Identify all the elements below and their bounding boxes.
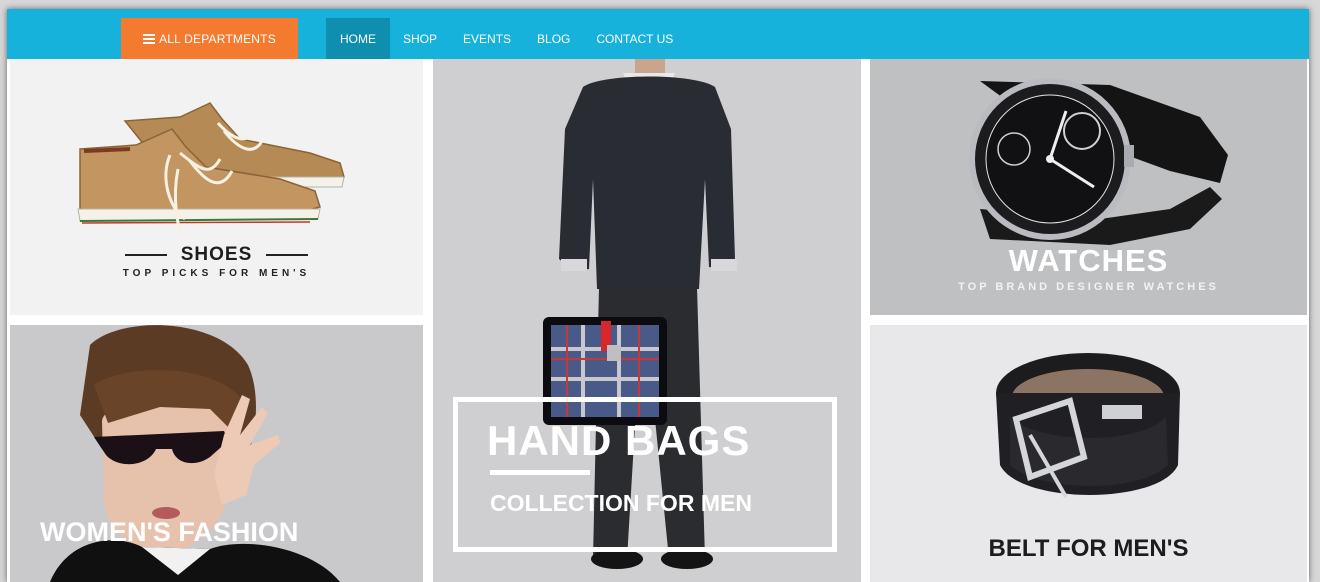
hand-bags-subtitle: COLLECTION FOR MEN (490, 490, 752, 516)
nav-events-label: EVENTS (463, 31, 512, 46)
nav-home[interactable]: HOME (326, 18, 390, 59)
nav-shop-label: SHOP (403, 31, 438, 46)
all-departments-button[interactable]: ALL DEPARTMENTS (121, 18, 298, 59)
womens-fashion-title: WOMEN'S FASHION (40, 517, 299, 547)
watches-subtitle: TOP BRAND DESIGNER WATCHES (958, 281, 1219, 293)
watches-title: WATCHES (1008, 243, 1169, 278)
nav-contact-us[interactable]: CONTACT US (583, 18, 686, 59)
nav-blog[interactable]: BLOG (524, 18, 583, 59)
title-rule-left (124, 254, 167, 256)
all-departments-label: ALL DEPARTMENTS (159, 31, 276, 46)
title-rule-right (266, 254, 309, 256)
nav-blog-label: BLOG (537, 31, 571, 46)
shoes-title-row: SHOES (10, 244, 423, 266)
page-frame: ALL DEPARTMENTS HOME SHOP EVENTS BLOG CO… (7, 9, 1309, 582)
belt-tile[interactable]: BELT FOR MEN'S (870, 325, 1307, 582)
watches-tile[interactable]: WATCHES TOP BRAND DESIGNER WATCHES (870, 59, 1307, 315)
nav-home-label: HOME (340, 31, 376, 46)
top-nav-bar: ALL DEPARTMENTS HOME SHOP EVENTS BLOG CO… (7, 9, 1309, 59)
hand-bags-title: HAND BAGS (487, 417, 751, 464)
nav-events[interactable]: EVENTS (450, 18, 524, 59)
shoes-tile[interactable]: SHOES TOP PICKS FOR MEN'S (10, 59, 423, 315)
hand-bags-underline (490, 470, 590, 475)
belt-title: BELT FOR MEN'S (988, 535, 1189, 562)
menu-icon (143, 32, 156, 46)
shoes-subtitle: TOP PICKS FOR MEN'S (122, 268, 311, 279)
main-nav: HOME SHOP EVENTS BLOG CONTACT US (326, 18, 686, 59)
womens-fashion-tile[interactable]: WOMEN'S FASHION (10, 325, 423, 582)
nav-contact-us-label: CONTACT US (596, 31, 674, 46)
shoes-title: SHOES (180, 244, 253, 265)
hand-bags-tile[interactable]: HAND BAGS COLLECTION FOR MEN (433, 59, 861, 582)
nav-shop[interactable]: SHOP (390, 18, 450, 59)
